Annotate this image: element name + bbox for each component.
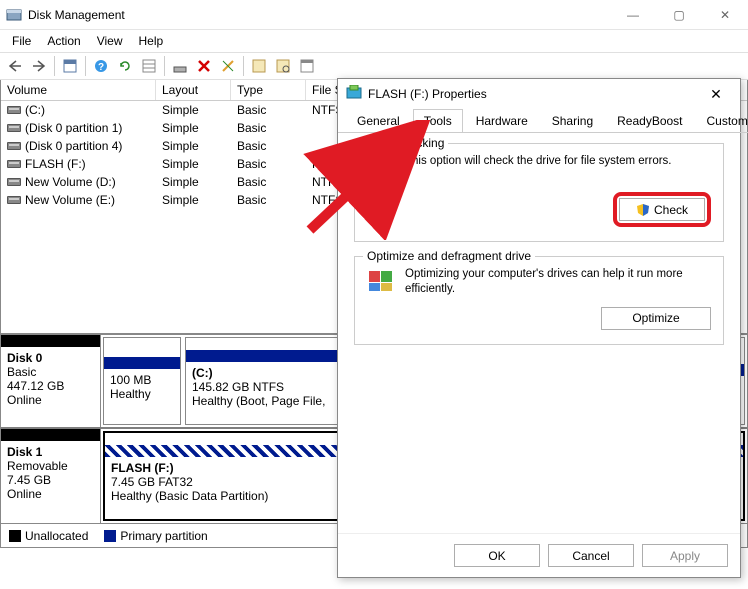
minimize-button[interactable]: — bbox=[610, 0, 656, 30]
ok-button[interactable]: OK bbox=[454, 544, 540, 567]
dialog-close-button[interactable]: ✕ bbox=[696, 80, 736, 108]
delete-icon[interactable] bbox=[193, 55, 215, 77]
shield-icon bbox=[636, 203, 650, 217]
col-header-type[interactable]: Type bbox=[231, 80, 306, 100]
disk-type: Basic bbox=[7, 365, 94, 379]
error-checking-group: Error checking This option will check th… bbox=[354, 143, 724, 242]
svg-text:?: ? bbox=[98, 62, 104, 73]
properties-icon[interactable] bbox=[217, 55, 239, 77]
legend-swatch-primary bbox=[104, 530, 116, 542]
volume-icon bbox=[7, 142, 21, 150]
disk-name: Disk 0 bbox=[7, 351, 94, 365]
optimize-group: Optimize and defragment drive Optimizing… bbox=[354, 256, 724, 345]
optimize-button[interactable]: Optimize bbox=[601, 307, 711, 330]
legend-swatch-unallocated bbox=[9, 530, 21, 542]
disk-status: Online bbox=[7, 393, 94, 407]
back-icon[interactable] bbox=[4, 55, 26, 77]
settings-icon[interactable] bbox=[138, 55, 160, 77]
tab-tools[interactable]: Tools bbox=[413, 109, 463, 133]
app-icon bbox=[6, 7, 22, 23]
tab-readyboost[interactable]: ReadyBoost bbox=[606, 109, 693, 133]
menu-action[interactable]: Action bbox=[41, 32, 86, 50]
toolbar-icon-2[interactable] bbox=[272, 55, 294, 77]
disk-size: 447.12 GB bbox=[7, 379, 94, 393]
volume-icon bbox=[7, 160, 21, 168]
check-button-highlight: Check bbox=[613, 192, 711, 227]
menu-help[interactable]: Help bbox=[133, 32, 170, 50]
disk-size: 7.45 GB bbox=[7, 473, 94, 487]
check-button[interactable]: Check bbox=[619, 198, 705, 221]
dialog-title: FLASH (F:) Properties bbox=[368, 87, 487, 101]
toolbar-icon-3[interactable] bbox=[296, 55, 318, 77]
drive-icon bbox=[346, 85, 362, 104]
disk-name: Disk 1 bbox=[7, 445, 94, 459]
volume-icon bbox=[7, 196, 21, 204]
volume-icon bbox=[7, 106, 21, 114]
dialog-button-row: OK Cancel Apply bbox=[338, 533, 740, 577]
error-checking-text: This option will check the drive for fil… bbox=[405, 154, 711, 169]
dialog-tabs: General Tools Hardware Sharing ReadyBoos… bbox=[338, 109, 740, 133]
close-button[interactable]: ✕ bbox=[702, 0, 748, 30]
tab-hardware[interactable]: Hardware bbox=[465, 109, 539, 133]
titlebar: Disk Management — ▢ ✕ bbox=[0, 0, 748, 30]
tab-general[interactable]: General bbox=[346, 109, 411, 133]
disk-type: Removable bbox=[7, 459, 94, 473]
menu-view[interactable]: View bbox=[91, 32, 129, 50]
volume-icon bbox=[7, 124, 21, 132]
properties-dialog: FLASH (F:) Properties ✕ General Tools Ha… bbox=[337, 78, 741, 578]
dialog-titlebar[interactable]: FLASH (F:) Properties ✕ bbox=[338, 79, 740, 109]
maximize-button[interactable]: ▢ bbox=[656, 0, 702, 30]
drive-check-icon bbox=[367, 154, 395, 182]
toolbar: ? bbox=[0, 52, 748, 80]
disk-status: Online bbox=[7, 487, 94, 501]
group-title: Error checking bbox=[363, 136, 448, 150]
tab-content-tools: Error checking This option will check th… bbox=[338, 132, 740, 533]
group-title: Optimize and defragment drive bbox=[363, 249, 535, 263]
apply-button[interactable]: Apply bbox=[642, 544, 728, 567]
menubar: File Action View Help bbox=[0, 30, 748, 52]
disk-info[interactable]: Disk 1 Removable 7.45 GB Online bbox=[1, 429, 101, 523]
eject-icon[interactable] bbox=[169, 55, 191, 77]
help-icon[interactable]: ? bbox=[90, 55, 112, 77]
toolbar-icon-1[interactable] bbox=[248, 55, 270, 77]
tab-sharing[interactable]: Sharing bbox=[541, 109, 604, 133]
refresh-icon[interactable] bbox=[114, 55, 136, 77]
partition[interactable]: 100 MB Healthy bbox=[103, 337, 181, 425]
optimize-text: Optimizing your computer's drives can he… bbox=[405, 267, 711, 297]
volume-icon bbox=[7, 178, 21, 186]
optimize-icon bbox=[367, 267, 395, 295]
toolbar-console-icon[interactable] bbox=[59, 55, 81, 77]
menu-file[interactable]: File bbox=[6, 32, 37, 50]
forward-icon[interactable] bbox=[28, 55, 50, 77]
col-header-layout[interactable]: Layout bbox=[156, 80, 231, 100]
cancel-button[interactable]: Cancel bbox=[548, 544, 634, 567]
window-title: Disk Management bbox=[28, 8, 125, 22]
col-header-volume[interactable]: Volume bbox=[1, 80, 156, 100]
disk-info[interactable]: Disk 0 Basic 447.12 GB Online bbox=[1, 335, 101, 427]
tab-customize[interactable]: Customize bbox=[696, 109, 748, 133]
